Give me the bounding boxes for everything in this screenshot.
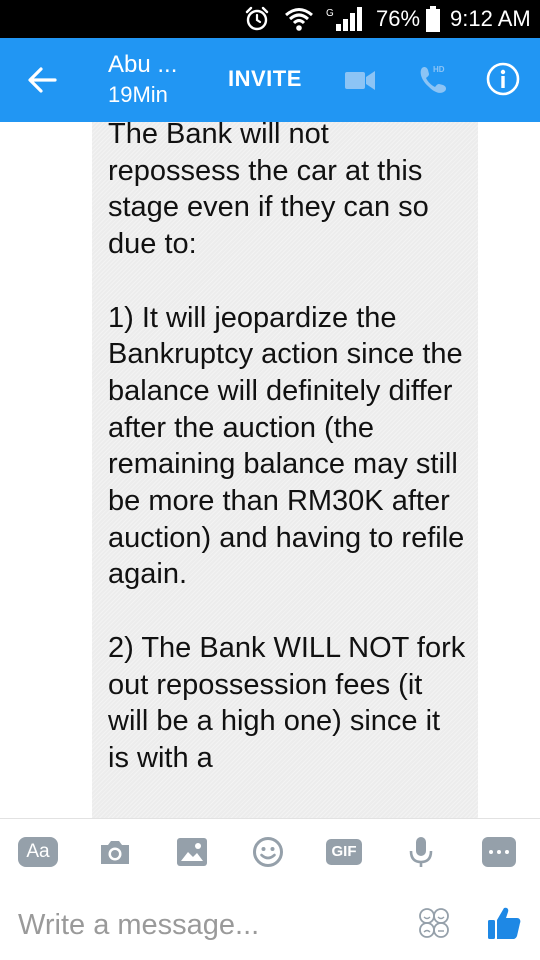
svg-text:G: G <box>326 8 334 19</box>
voice-button[interactable] <box>408 835 434 869</box>
clock: 9:12 AM <box>450 6 531 31</box>
message-input[interactable] <box>18 905 398 945</box>
back-button[interactable] <box>22 60 62 100</box>
text-format-button[interactable]: Aa <box>18 835 58 869</box>
message-bubble[interactable]: The Bank will not repossess the car at t… <box>92 122 478 818</box>
more-button[interactable] <box>482 835 516 869</box>
gif-button[interactable]: GIF <box>326 835 362 869</box>
camera-icon <box>101 841 129 864</box>
arrow-left-icon <box>28 67 57 93</box>
text-format-icon: Aa <box>18 837 58 867</box>
emoji-icon <box>253 837 283 867</box>
phone-hd-icon[interactable]: HD <box>416 62 450 96</box>
info-icon[interactable] <box>486 62 520 96</box>
battery-percentage: 76% <box>376 6 421 31</box>
contact-last-active: 19Min <box>108 82 168 107</box>
gif-icon: GIF <box>326 839 362 865</box>
status-bar: G 76% 9:12 AM <box>0 0 540 38</box>
photo-button[interactable] <box>176 835 208 869</box>
svg-text:HD: HD <box>433 65 445 74</box>
invite-button[interactable]: INVITE <box>228 66 302 92</box>
wifi-icon <box>285 8 313 31</box>
camera-button[interactable] <box>98 835 132 869</box>
more-icon <box>482 837 516 867</box>
contact-info[interactable]: Abu ... 19Min <box>108 50 177 110</box>
message-text: The Bank will not repossess the car at t… <box>108 122 466 774</box>
signal-icon: G <box>326 7 362 31</box>
alarm-icon <box>245 6 269 31</box>
battery-icon <box>426 6 440 32</box>
sticker-icon[interactable] <box>418 907 450 939</box>
message-composer: Aa GIF <box>0 818 540 960</box>
emoji-button[interactable] <box>252 835 284 869</box>
photo-icon <box>177 838 207 866</box>
video-camera-icon[interactable] <box>344 66 376 94</box>
thumbs-up-icon[interactable] <box>486 905 522 941</box>
microphone-icon <box>409 837 433 867</box>
message-list[interactable]: The Bank will not repossess the car at t… <box>0 122 540 818</box>
conversation-header: Abu ... 19Min INVITE HD <box>0 38 540 122</box>
contact-name: Abu ... <box>108 51 178 78</box>
